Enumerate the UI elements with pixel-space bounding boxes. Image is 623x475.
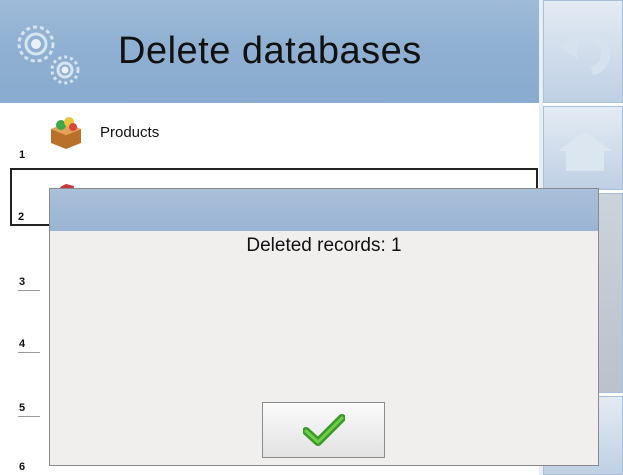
- list-item-number: 6: [19, 461, 26, 473]
- list-item[interactable]: Products 1: [0, 103, 540, 165]
- ok-button[interactable]: [262, 402, 385, 458]
- list-item-number: 2: [18, 211, 25, 223]
- list-item-number: 1: [19, 149, 26, 161]
- home-icon: [558, 131, 612, 171]
- list-item-number: 3: [19, 276, 26, 288]
- gears-icon: [17, 25, 80, 85]
- list-item-number: 4: [19, 338, 26, 350]
- dialog-message: Deleted records: 1: [246, 235, 402, 256]
- back-arrow-icon: [560, 31, 611, 76]
- home-button[interactable]: [543, 106, 623, 190]
- dialog-title-bar: [50, 189, 598, 231]
- info-dialog: Deleted records: 1: [49, 188, 599, 466]
- checkmark-icon: [303, 414, 345, 446]
- products-box-icon: [51, 117, 81, 149]
- back-button[interactable]: [543, 0, 623, 103]
- list-item-label: Products: [100, 124, 160, 141]
- page-title: Delete databases: [118, 30, 422, 72]
- header-bar: Delete databases: [0, 0, 539, 103]
- list-item-number: 5: [19, 402, 26, 414]
